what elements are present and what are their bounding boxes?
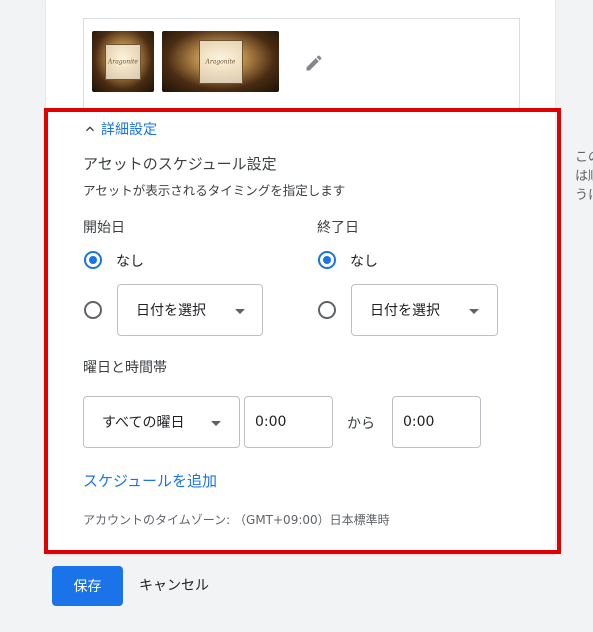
end-time-input[interactable]: 0:00 [392, 396, 481, 448]
save-button[interactable]: 保存 [52, 566, 123, 606]
asset-image-landscape[interactable]: Aragonite [162, 31, 279, 92]
start-date-none-radio[interactable] [84, 251, 102, 269]
end-date-none-label: なし [350, 254, 378, 270]
start-date-custom-radio[interactable] [84, 301, 102, 319]
from-label: から [347, 416, 375, 432]
start-time-input[interactable]: 0:00 [244, 396, 333, 448]
add-schedule-link[interactable]: スケジュールを追加 [83, 470, 217, 491]
start-date-select[interactable]: 日付を選択 [117, 284, 263, 336]
pencil-icon[interactable] [304, 53, 324, 73]
timezone-text: アカウントのタイムゾーン: （GMT+09:00）日本標準時 [83, 513, 390, 527]
end-date-select[interactable]: 日付を選択 [351, 284, 498, 336]
end-date-label: 終了日 [317, 220, 359, 236]
advanced-settings-label: 詳細設定 [101, 122, 157, 138]
chevron-up-icon [86, 126, 94, 132]
help-text-line-3: うに [575, 188, 593, 203]
cancel-button[interactable]: キャンセル [139, 575, 209, 595]
end-date-custom-radio[interactable] [318, 301, 336, 319]
help-text-line-2: は順 [575, 169, 593, 184]
day-of-week-value: すべての曜日 [102, 415, 185, 431]
schedule-title: アセットのスケジュール設定 [83, 155, 277, 173]
schedule-description: アセットが表示されるタイミングを指定します [83, 183, 346, 198]
end-date-none-radio[interactable] [318, 251, 336, 269]
image-script-text: Aragonite [205, 58, 236, 65]
image-script-text: Aragonite [108, 58, 138, 65]
dropdown-arrow-icon [469, 309, 479, 314]
help-text-line-1: この [575, 150, 593, 165]
dropdown-arrow-icon [235, 309, 245, 314]
start-date-select-label: 日付を選択 [136, 303, 206, 319]
day-of-week-select[interactable]: すべての曜日 [83, 396, 240, 448]
asset-image-square[interactable]: Aragonite [92, 31, 154, 92]
end-date-select-label: 日付を選択 [370, 303, 440, 319]
start-date-none-label: なし [116, 254, 144, 270]
day-time-label: 曜日と時間帯 [83, 360, 167, 376]
dropdown-arrow-icon [211, 421, 221, 426]
start-date-label: 開始日 [83, 220, 125, 236]
advanced-settings-toggle[interactable]: 詳細設定 [82, 119, 157, 139]
